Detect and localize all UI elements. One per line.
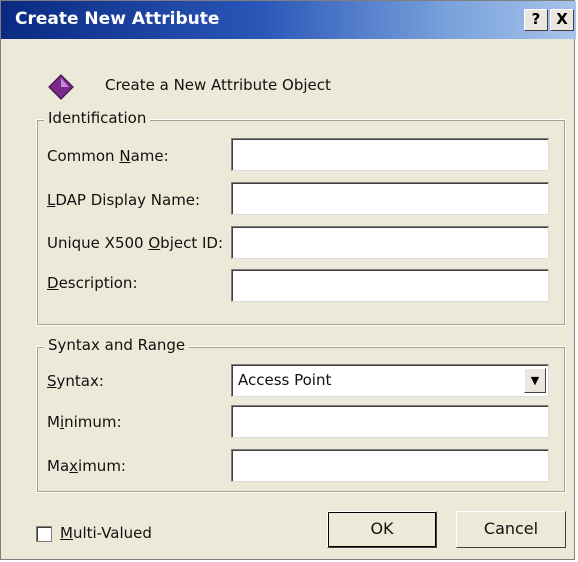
create-new-attribute-dialog: Create New Attribute ? X Create a New At…	[0, 0, 576, 560]
multi-valued-checkbox[interactable]	[36, 526, 52, 542]
maximum-field[interactable]	[231, 449, 549, 482]
header-text: Create a New Attribute Object	[105, 76, 331, 94]
window-title: Create New Attribute	[15, 9, 220, 29]
dropdown-arrow-icon[interactable]: ▼	[524, 368, 546, 393]
cancel-button[interactable]: Cancel	[456, 511, 566, 548]
ldap-display-name-field[interactable]	[231, 182, 549, 215]
common-name-field[interactable]	[231, 138, 549, 171]
minimum-label: Minimum:	[47, 413, 122, 431]
maximum-label: Maximum:	[47, 457, 126, 475]
description-field[interactable]	[231, 269, 549, 302]
syntax-label: Syntax:	[47, 372, 104, 390]
ldap-display-name-label: LDAP Display Name:	[47, 191, 201, 209]
attribute-diamond-icon	[48, 74, 74, 100]
syntax-range-group-title: Syntax and Range	[44, 336, 190, 354]
unique-x500-oid-field[interactable]	[231, 226, 549, 259]
help-button[interactable]: ?	[524, 9, 548, 31]
multi-valued-label[interactable]: Multi-Valued	[60, 524, 152, 542]
syntax-select-value: Access Point	[238, 371, 332, 389]
syntax-select[interactable]: Access Point ▼	[231, 364, 549, 397]
common-name-label: Common Name:	[47, 147, 169, 165]
ok-button[interactable]: OK	[327, 511, 437, 548]
title-bar[interactable]: Create New Attribute ? X	[1, 1, 576, 39]
close-button[interactable]: X	[550, 9, 574, 31]
identification-group-title: Identification	[44, 109, 151, 127]
description-label: Description:	[47, 274, 138, 292]
minimum-field[interactable]	[231, 405, 549, 438]
unique-x500-oid-label: Unique X500 Object ID:	[47, 234, 224, 252]
